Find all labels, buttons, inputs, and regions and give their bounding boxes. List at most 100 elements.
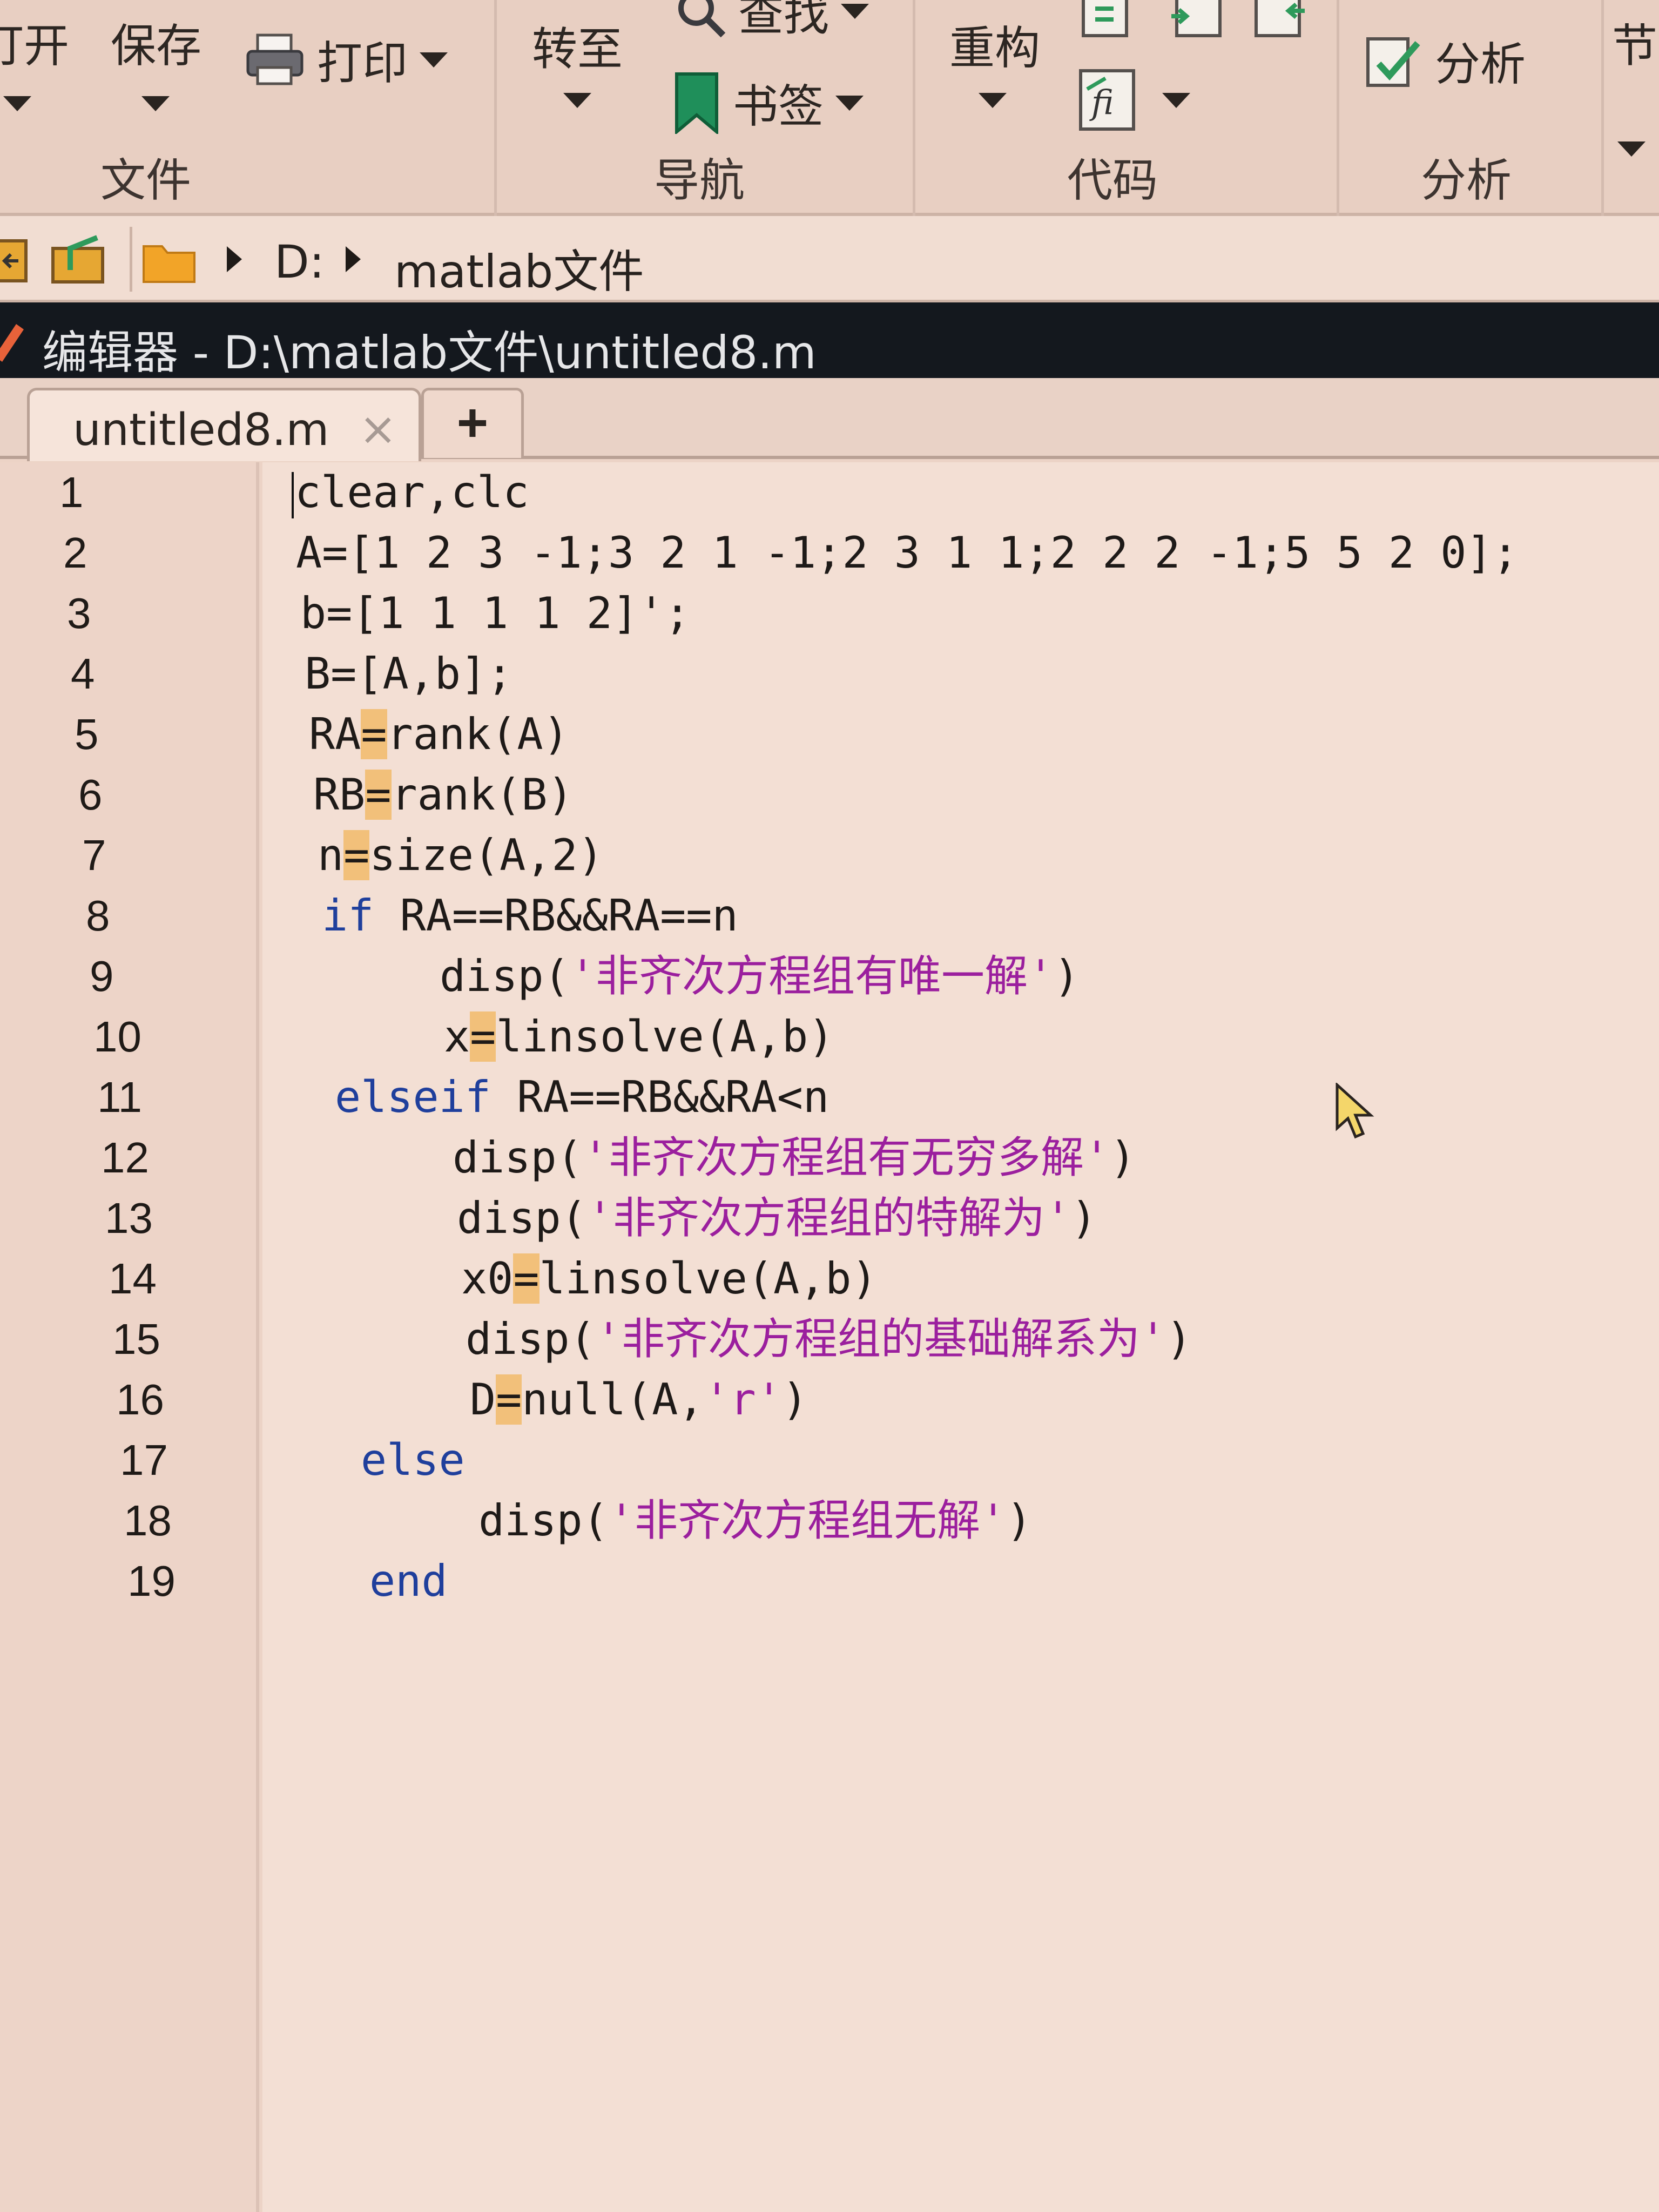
line-number: 7 — [82, 831, 106, 879]
string-token: '非齐次方程组的基础解系为' — [595, 1314, 1166, 1364]
goto-button[interactable]: 转至 — [532, 13, 623, 78]
up-folder-icon[interactable] — [49, 232, 113, 286]
code-token: disp( — [466, 1314, 596, 1364]
comment-icon[interactable] — [1080, 0, 1134, 43]
outdent-icon[interactable] — [1253, 0, 1307, 43]
code-line[interactable]: 5 RA=rank(A) — [0, 704, 1659, 765]
code-line[interactable]: 14 x0=linsolve(A,b) — [0, 1249, 1659, 1309]
open-dropdown-caret[interactable] — [3, 96, 31, 111]
code-line[interactable]: 1 clear,clc — [0, 462, 1659, 523]
line-number: 16 — [116, 1375, 164, 1424]
breadcrumb-folder[interactable]: matlab文件 — [394, 235, 644, 301]
code-line[interactable]: 4 B=[A,b]; — [0, 644, 1659, 704]
code-line[interactable]: 7 n=size(A,2) — [0, 825, 1659, 886]
code-token: A=[1 2 3 -1;3 2 1 -1;2 3 1 1;2 2 2 -1;5 … — [296, 528, 1519, 578]
code-token: ) — [1166, 1314, 1192, 1364]
code-line[interactable]: 8 if RA==RB&&RA==n — [0, 886, 1659, 946]
code-line[interactable]: 2 A=[1 2 3 -1;3 2 1 -1;2 3 1 1;2 2 2 -1;5… — [0, 523, 1659, 583]
refactor-button[interactable]: 重构 — [949, 12, 1040, 77]
string-token: '非齐次方程组的特解为' — [586, 1193, 1071, 1243]
code-text: disp('非齐次方程组有无穷多解') — [453, 1128, 1136, 1188]
code-text: if RA==RB&&RA==n — [322, 886, 738, 946]
open-button[interactable]: 打开 — [0, 10, 69, 75]
new-tab-button[interactable]: + — [421, 388, 524, 458]
line-number: 19 — [127, 1557, 176, 1605]
refactor-label: 重构 — [949, 22, 1041, 75]
code-line[interactable]: 12 disp('非齐次方程组有无穷多解') — [0, 1128, 1659, 1188]
code-line[interactable]: 3 b=[1 1 1 1 2]'; — [0, 583, 1659, 644]
navigate-group: 转至 查找 书签 导航 — [500, 0, 915, 216]
code-text: disp('非齐次方程组的基础解系为') — [466, 1309, 1192, 1370]
code-line[interactable]: 6 RB=rank(B) — [0, 765, 1659, 825]
analyze-check-icon — [1366, 37, 1420, 87]
code-token: ) — [1006, 1495, 1033, 1546]
code-line[interactable]: 19 end — [0, 1551, 1659, 1611]
code-line[interactable]: 11 elseif RA==RB&&RA<n — [0, 1067, 1659, 1128]
variable-token: RA — [309, 709, 361, 759]
code-text: n=size(A,2) — [318, 825, 604, 886]
code-line[interactable]: 15 disp('非齐次方程组的基础解系为') — [0, 1309, 1659, 1370]
code-token: ) — [782, 1374, 808, 1425]
bookmark-button[interactable]: 书签 — [672, 70, 864, 136]
function-dropdown-caret[interactable] — [1162, 93, 1190, 108]
line-number: 2 — [63, 529, 87, 577]
close-tab-icon[interactable]: × — [359, 402, 397, 455]
code-text: RA=rank(A) — [309, 704, 569, 765]
code-line[interactable]: 9 disp('非齐次方程组有唯一解') — [0, 946, 1659, 1007]
code-line[interactable]: 17 else — [0, 1430, 1659, 1491]
line-number: 18 — [124, 1496, 172, 1545]
keyword-token: else — [361, 1435, 465, 1485]
toolstrip-ribbon: 打开 保存 打印 文件 转至 查找 书签 导航 重构 fi 代码 分析 分析 节 — [0, 0, 1659, 216]
open-label: 打开 — [0, 19, 70, 72]
tab-untitled8[interactable]: untitled8.m × — [27, 388, 421, 461]
current-folder-bar: D: matlab文件 — [0, 216, 1659, 302]
code-token: ) — [1071, 1193, 1097, 1243]
find-dropdown-caret[interactable] — [841, 3, 869, 19]
code-line[interactable]: 16 D=null(A,'r') — [0, 1370, 1659, 1430]
save-dropdown-caret[interactable] — [141, 96, 170, 111]
variable-token: x — [444, 1011, 470, 1062]
breadcrumb-drive[interactable]: D: — [274, 235, 325, 288]
save-button[interactable]: 保存 — [111, 10, 201, 75]
analyze-button[interactable]: 分析 — [1364, 28, 1526, 93]
variable-token: RB — [313, 770, 366, 820]
bookmark-icon — [675, 72, 718, 134]
code-text: D=null(A,'r') — [470, 1370, 808, 1430]
code-line[interactable]: 10 x=linsolve(A,b) — [0, 1007, 1659, 1067]
code-text: elseif RA==RB&&RA<n — [335, 1067, 829, 1128]
code-token: RA==RB&&RA==n — [374, 891, 738, 941]
code-text: else — [361, 1430, 465, 1491]
find-button[interactable]: 查找 — [672, 0, 869, 44]
print-dropdown-caret[interactable] — [420, 52, 448, 68]
function-icon[interactable]: fi — [1077, 68, 1137, 132]
indent-icon[interactable] — [1169, 0, 1223, 43]
code-line[interactable]: 18 disp('非齐次方程组无解') — [0, 1491, 1659, 1551]
section-label: 节 — [1612, 19, 1658, 72]
back-icon[interactable] — [0, 237, 32, 285]
assignment-highlight: = — [470, 1011, 496, 1062]
code-group-label: 代码 — [1067, 154, 1158, 207]
keyword-token: end — [369, 1556, 448, 1606]
goto-dropdown-caret[interactable] — [563, 93, 591, 108]
line-number: 1 — [59, 468, 84, 516]
variable-token: D — [470, 1374, 496, 1425]
refactor-dropdown-caret[interactable] — [979, 93, 1007, 108]
code-text: disp('非齐次方程组无解') — [478, 1491, 1032, 1551]
line-number: 15 — [112, 1315, 160, 1363]
goto-label: 转至 — [532, 23, 623, 76]
bookmark-dropdown-caret[interactable] — [835, 95, 864, 111]
folder-icon[interactable] — [140, 237, 200, 285]
code-text: x=linsolve(A,b) — [444, 1007, 834, 1067]
line-number: 13 — [105, 1194, 153, 1242]
line-number: 10 — [93, 1013, 141, 1061]
code-token: B=[A,b]; — [305, 649, 513, 699]
print-button[interactable]: 打印 — [246, 27, 448, 92]
ribbon-collapse-caret[interactable] — [1617, 141, 1645, 157]
code-token: linsolve(A,b) — [539, 1253, 878, 1304]
code-text: clear,clc — [292, 462, 529, 523]
section-button[interactable]: 节 — [1612, 10, 1657, 75]
code-group: 重构 fi 代码 — [918, 0, 1339, 216]
mouse-pointer-icon — [1336, 1083, 1374, 1139]
code-line[interactable]: 13 disp('非齐次方程组的特解为') — [0, 1188, 1659, 1249]
code-token: b=[1 1 1 1 2]'; — [300, 588, 691, 638]
